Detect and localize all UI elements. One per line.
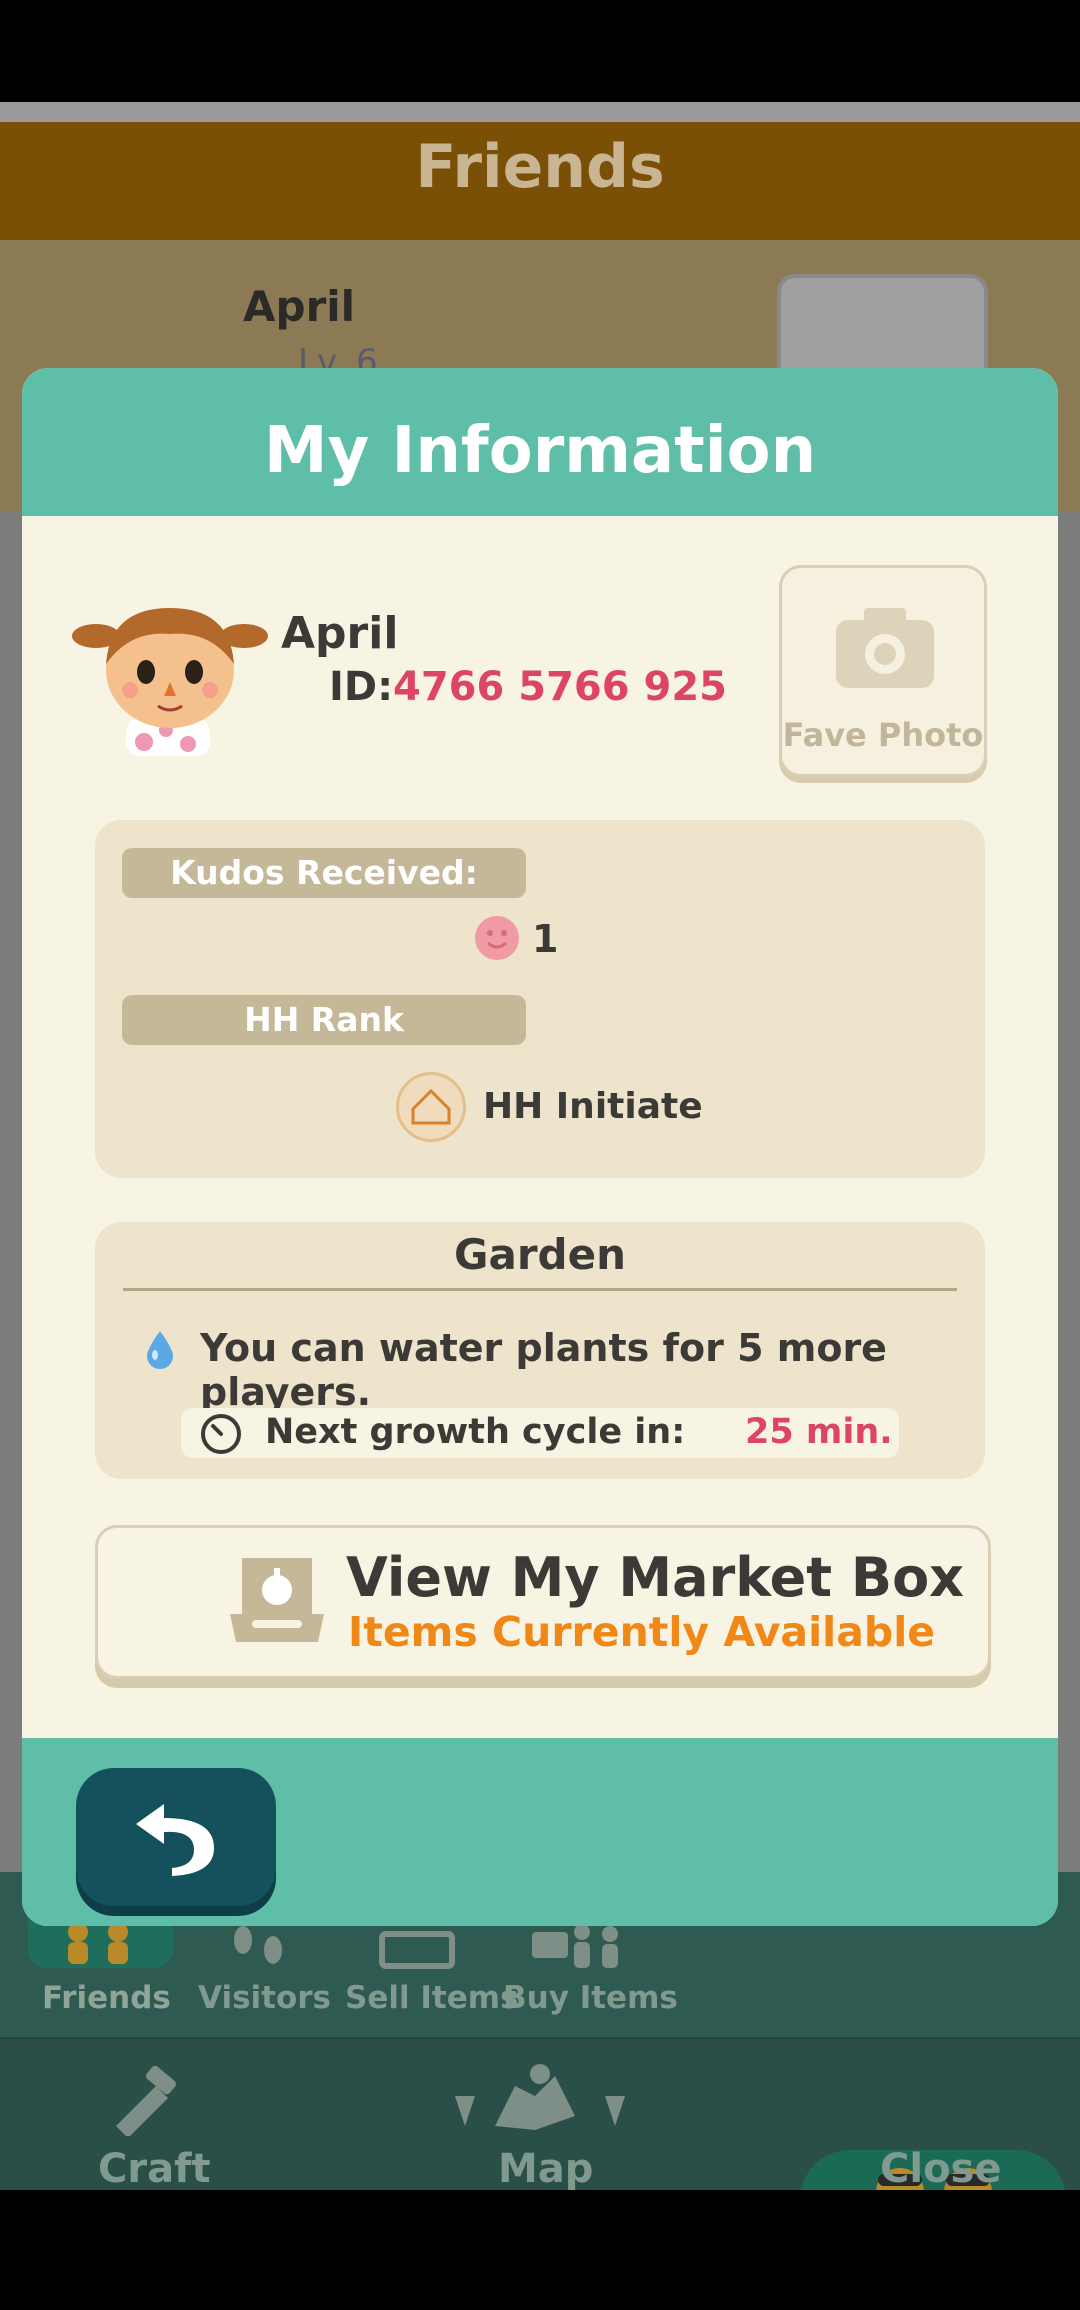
market-box-icon: [379, 1931, 455, 1969]
water-drop-icon: [147, 1331, 173, 1369]
back-button[interactable]: [76, 1768, 276, 1906]
user-id-label: ID:: [329, 664, 394, 710]
tab-friends[interactable]: Friends: [42, 1980, 171, 2016]
user-id-value: 4766 5766 925: [393, 664, 728, 710]
garden-panel: Garden You can water plants for 5 more p…: [95, 1222, 985, 1479]
kudos-value: 1: [532, 917, 559, 961]
tab-buy-items[interactable]: Buy Items: [503, 1980, 678, 2016]
user-name: April: [281, 608, 399, 659]
timer-icon: [201, 1414, 241, 1454]
divider: [123, 1288, 957, 1291]
map-icon: [455, 2064, 625, 2130]
view-market-box-button[interactable]: View My Market Box Items Currently Avail…: [95, 1525, 991, 1679]
garden-title: Garden: [454, 1230, 626, 1279]
nav-close[interactable]: Close: [880, 2146, 1001, 2190]
friends-icon: [68, 1922, 128, 1964]
house-badge-icon: [396, 1072, 466, 1142]
fave-photo-label: Fave Photo: [782, 716, 984, 754]
friends-title: Friends: [415, 132, 665, 202]
stats-panel: Kudos Received: 1 HH Rank HH Initiate: [95, 820, 985, 1178]
nav-map[interactable]: Map: [498, 2146, 593, 2190]
footprints-icon: [234, 1926, 282, 1964]
kudos-label: Kudos Received:: [122, 848, 526, 898]
tab-visitors[interactable]: Visitors: [198, 1980, 331, 2016]
hh-rank-label: HH Rank: [122, 995, 526, 1045]
camera-icon: [836, 608, 934, 688]
friend-name: April: [243, 282, 356, 331]
craft-icon: [116, 2066, 176, 2136]
smiley-icon: [475, 916, 519, 960]
shoppers-icon: [532, 1924, 618, 1968]
growth-cycle-value: 25 min.: [745, 1412, 893, 1452]
modal-title: My Information: [263, 414, 817, 488]
fave-photo-button[interactable]: Fave Photo: [779, 565, 987, 777]
water-plants-text: You can water plants for 5 more players.: [200, 1326, 887, 1414]
growth-cycle-bar: Next growth cycle in: 25 min.: [181, 1408, 899, 1458]
market-box-title: View My Market Box: [346, 1546, 964, 1609]
back-arrow-icon: [136, 1804, 214, 1876]
market-box-icon: [230, 1558, 324, 1642]
hh-rank-value: HH Initiate: [483, 1086, 703, 1127]
market-box-subtitle: Items Currently Available: [348, 1608, 936, 1656]
growth-cycle-label: Next growth cycle in:: [265, 1412, 686, 1452]
tab-sell-items[interactable]: Sell Items: [345, 1980, 519, 2016]
nav-craft[interactable]: Craft: [98, 2146, 211, 2190]
avatar: [72, 608, 268, 756]
